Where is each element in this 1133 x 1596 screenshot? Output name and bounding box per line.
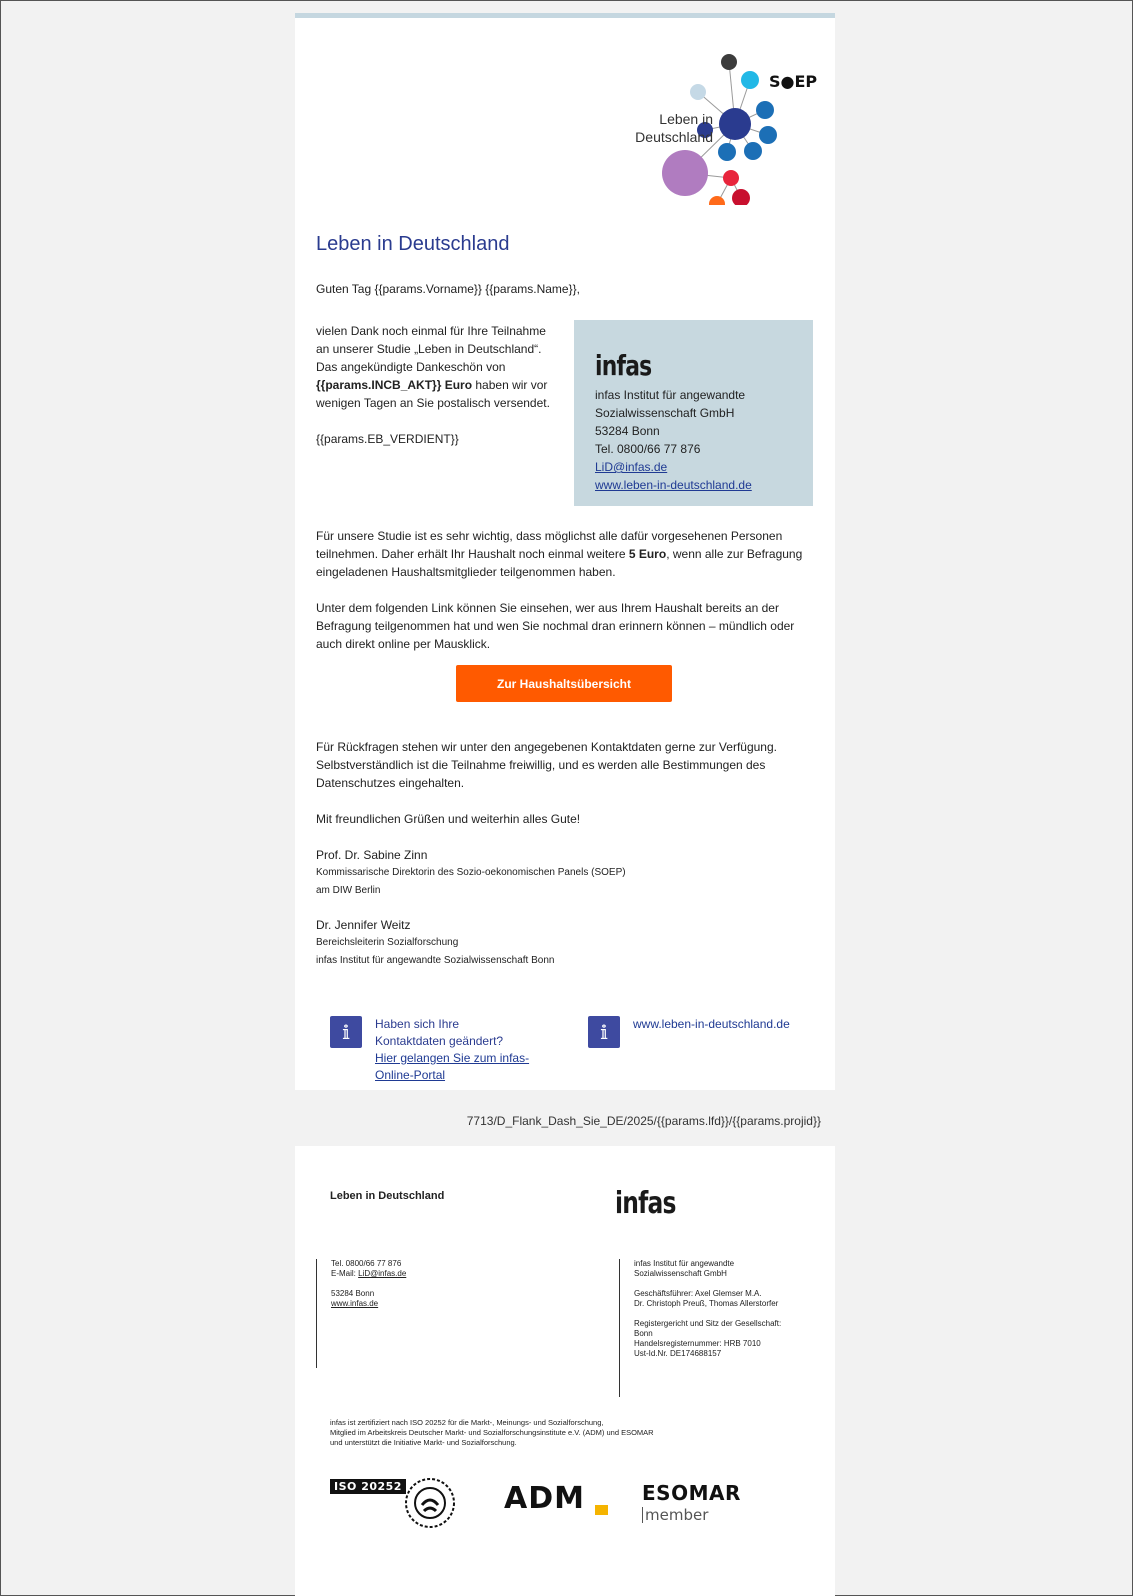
cert-line1: infas ist zertifiziert nach ISO 20252 fü… [330,1418,604,1427]
signature-2: Dr. Jennifer Weitz Bereichsleiterin Sozi… [316,916,554,970]
intro-part1: vielen Dank noch einmal für Ihre Teilnah… [316,324,546,374]
registry3: Handelsregisternummer: HRB 7010 [634,1339,761,1348]
managing-director2: Dr. Christoph Preuß, Thomas Allerstorfer [634,1299,779,1308]
footer-city: 53284 Bonn [331,1289,375,1298]
email-body: Leben in Deutschland S●EP Leben in Deuts… [295,13,835,1090]
para-link-info: Unter dem folgenden Link können Sie eins… [316,601,795,651]
iso-20252-logo: ISO 20252 [330,1479,406,1494]
email-card: Leben in Deutschland S●EP Leben in Deuts… [295,13,835,1090]
cert-line2: Mitglied im Arbeitskreis Deutscher Markt… [330,1428,654,1437]
esomar-member-label: member [642,1507,708,1523]
email-footer: Leben in Deutschland infas Tel. 0800/66 … [295,1146,835,1596]
adm-logo-dot [595,1505,608,1515]
para-importance: Für unsere Studie ist es sehr wichtig, d… [316,527,814,581]
lid-soep-logo: Leben in Deutschland S●EP [593,50,817,212]
lid-logo-line2: Deutschland [635,129,713,145]
infobox-line1: infas Institut für angewandte [595,388,746,402]
info-icon: 𝕚 [588,1016,620,1048]
signer1-name: Prof. Dr. Sabine Zinn [316,848,428,862]
contact-change-block: 𝕚 Haben sich Ihre Kontaktdaten geändert?… [330,1016,545,1084]
contact-text-line1: Haben sich Ihre [375,1017,460,1031]
contact-change-text: Haben sich Ihre Kontaktdaten geändert? H… [375,1016,545,1084]
footer-company-column: infas Institut für angewandte Sozialwisse… [619,1259,819,1397]
soep-logo-text: S●EP [769,72,818,91]
contact-text-line2: Kontaktdaten geändert? [375,1034,504,1048]
company-name2: Sozialwissenschaft GmbH [634,1269,727,1278]
greeting: Guten Tag {{params.Vorname}} {{params.Na… [316,282,580,296]
registry1: Registergericht und Sitz der Gesellschaf… [634,1319,782,1328]
infas-logo: infas [595,349,652,382]
page-title: Leben in Deutschland [316,233,510,255]
info-icon: 𝕚 [330,1016,362,1048]
signer2-name: Dr. Jennifer Weitz [316,918,411,932]
footer-lid-title: Leben in Deutschland [330,1190,445,1202]
closing: Mit freundlichen Grüßen und weiterhin al… [316,812,581,826]
infobox-email-link[interactable]: LiD@infas.de [595,460,667,474]
household-overview-button[interactable]: Zur Haushaltsübersicht [456,665,672,702]
managing-director1: Geschäftsführer: Axel Glemser M.A. [634,1289,762,1298]
infobox-phone: Tel. 0800/66 77 876 [595,442,701,456]
footer-email-link[interactable]: LiD@infas.de [358,1269,406,1278]
infobox-web-link[interactable]: www.leben-in-deutschland.de [595,478,752,492]
signer2-role1: Bereichsleiterin Sozialforschung [316,937,459,948]
infas-contact-box: infas infas Institut für angewandte Sozi… [574,320,813,506]
tracking-id: 7713/D_Flank_Dash_Sie_DE/2025/{{params.l… [466,1114,821,1128]
intro-text: vielen Dank noch einmal für Ihre Teilnah… [316,322,556,448]
infobox-line3: 53284 Bonn [595,424,660,438]
online-portal-link[interactable]: Hier gelangen Sie zum infas-Online-Porta… [375,1051,529,1082]
lid-logo-text: Leben in Deutschland [623,110,713,146]
footer-phone: Tel. 0800/66 77 876 [331,1259,402,1268]
footer-infas-logo: infas [615,1186,676,1221]
signature-1: Prof. Dr. Sabine Zinn Kommissarische Dir… [316,846,626,900]
signer1-role1: Kommissarische Direktorin des Sozio-oeko… [316,867,626,878]
signer2-role2: infas Institut für angewandte Sozialwiss… [316,955,555,966]
cert-line3: und unterstützt die Initiative Markt- un… [330,1438,517,1447]
footer-web-link[interactable]: www.infas.de [331,1299,378,1308]
para1-bold: 5 Euro [628,547,667,561]
signer1-role2: am DIW Berlin [316,885,381,896]
registry4: Ust-Id.Nr. DE174688157 [634,1349,722,1358]
adm-logo: ADM [504,1481,585,1516]
austrian-standards-seal-icon [405,1478,455,1528]
para-questions: Für Rückfragen stehen wir unter den ange… [316,740,777,790]
footer-contact-column: Tel. 0800/66 77 876 E-Mail: LiD@infas.de … [316,1259,406,1368]
eb-param: {{params.EB_VERDIENT}} [316,432,459,446]
website-block: 𝕚 www.leben-in-deutschland.de [588,1016,790,1048]
footer-email-label: E-Mail: [331,1269,359,1278]
certification-text: infas ist zertifiziert nach ISO 20252 fü… [330,1418,770,1448]
website-link[interactable]: www.leben-in-deutschland.de [633,1017,790,1031]
certification-logos: ISO 20252 ADM ESOMAR member [330,1473,800,1563]
esomar-logo: ESOMAR [642,1481,741,1505]
intro-amount: {{params.INCB_AKT}} Euro [316,378,473,392]
lid-logo-line1: Leben in [659,111,713,127]
infobox-line2: Sozialwissenschaft GmbH [595,406,735,420]
registry2: Bonn [634,1329,653,1338]
company-name1: infas Institut für angewandte [634,1259,735,1268]
